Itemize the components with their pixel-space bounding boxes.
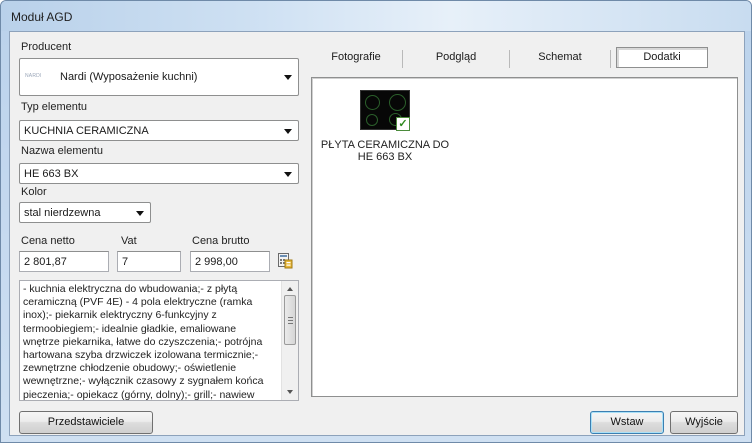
scroll-up-icon[interactable] xyxy=(287,287,293,291)
brand-logo: NARDI xyxy=(25,73,42,79)
net-price-value: 2 801,87 xyxy=(24,256,67,268)
element-name-dropdown[interactable]: HE 663 BX xyxy=(19,163,299,184)
dialog-body: Producent NARDI Nardi (Wyposażenie kuchn… xyxy=(9,31,745,436)
representatives-button[interactable]: Przedstawiciele xyxy=(19,411,153,434)
scroll-thumb[interactable] xyxy=(284,295,296,345)
element-type-value: KUCHNIA CERAMICZNA xyxy=(24,125,149,137)
title-bar[interactable]: Moduł AGD xyxy=(1,1,751,31)
gross-price-label: Cena brutto xyxy=(192,235,250,247)
tab-schema[interactable]: Schemat xyxy=(510,48,610,70)
tab-preview[interactable]: Podgląd xyxy=(403,48,509,70)
net-price-label: Cena netto xyxy=(21,235,75,247)
color-value: stal nierdzewna xyxy=(24,207,101,219)
description-text: - kuchnia elektryczna do wbudowania;- z … xyxy=(23,283,264,401)
insert-button[interactable]: Wstaw xyxy=(590,411,664,434)
chevron-down-icon xyxy=(284,75,292,80)
net-price-input[interactable]: 2 801,87 xyxy=(19,251,109,272)
chevron-down-icon xyxy=(136,211,144,216)
vat-value: 7 xyxy=(122,256,129,268)
element-name-label: Nazwa elementu xyxy=(21,145,103,157)
dialog-window: Moduł AGD Producent NARDI Nardi (Wyposaż… xyxy=(0,0,752,443)
color-dropdown[interactable]: stal nierdzewna xyxy=(19,202,151,223)
element-type-dropdown[interactable]: KUCHNIA CERAMICZNA xyxy=(19,120,299,141)
tab-addons[interactable]: Dodatki xyxy=(616,47,708,68)
color-label: Kolor xyxy=(21,186,47,198)
vat-input[interactable]: 7 xyxy=(117,251,181,272)
producer-dropdown[interactable]: NARDI Nardi (Wyposażenie kuchni) xyxy=(19,58,299,96)
window-title: Moduł AGD xyxy=(11,10,73,24)
calculator-icon[interactable] xyxy=(277,253,293,269)
gross-price-input[interactable]: 2 998,00 xyxy=(190,251,270,272)
producer-label: Producent xyxy=(21,41,72,53)
addons-panel: ✓ PŁYTA CERAMICZNA DO HE 663 BX xyxy=(311,77,738,397)
tab-photos[interactable]: Fotografie xyxy=(310,48,402,70)
chevron-down-icon xyxy=(284,172,292,177)
checkmark-icon[interactable]: ✓ xyxy=(396,117,410,131)
description-textarea[interactable]: - kuchnia elektryczna do wbudowania;- z … xyxy=(19,280,299,401)
addon-caption: PŁYTA CERAMICZNA DO HE 663 BX xyxy=(320,139,450,163)
producer-value: Nardi (Wyposażenie kuchni) xyxy=(60,71,198,83)
scroll-down-icon[interactable] xyxy=(287,390,293,394)
exit-button[interactable]: Wyjście xyxy=(670,411,738,434)
chevron-down-icon xyxy=(284,129,292,134)
element-name-value: HE 663 BX xyxy=(24,168,79,180)
vat-label: Vat xyxy=(121,235,137,247)
description-scrollbar[interactable] xyxy=(281,281,298,400)
element-type-label: Typ elementu xyxy=(21,101,88,113)
gross-price-value: 2 998,00 xyxy=(195,256,238,268)
